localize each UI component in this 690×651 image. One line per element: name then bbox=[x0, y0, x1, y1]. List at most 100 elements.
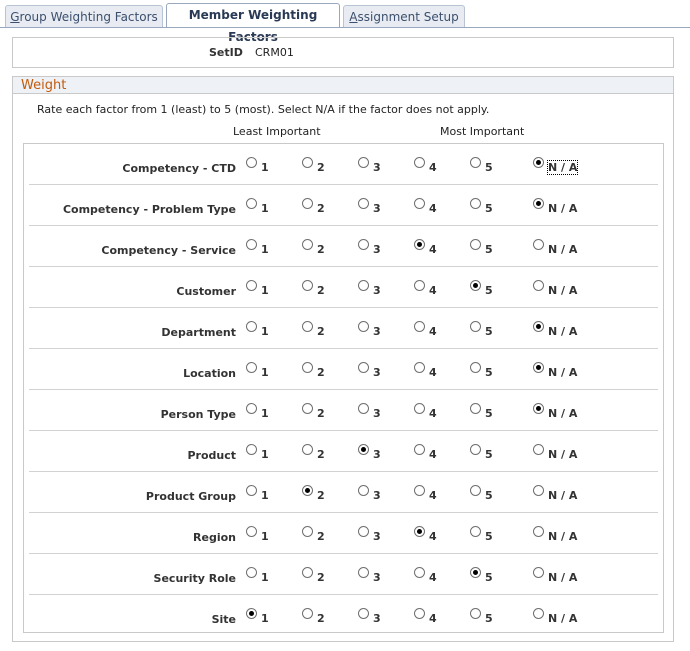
rating-radio[interactable] bbox=[470, 526, 481, 537]
rating-radio[interactable] bbox=[414, 485, 425, 496]
factor-label: Site bbox=[211, 613, 236, 626]
rating-radio[interactable] bbox=[414, 239, 425, 250]
rating-option-label: N / A bbox=[548, 325, 578, 338]
rating-radio[interactable] bbox=[533, 567, 544, 578]
rating-option-label: 4 bbox=[429, 243, 437, 256]
rating-option-label: N / A bbox=[548, 571, 578, 584]
rating-radio[interactable] bbox=[470, 567, 481, 578]
rating-radio[interactable] bbox=[414, 198, 425, 209]
rating-radio[interactable] bbox=[470, 403, 481, 414]
tab-label: ssignment Setup bbox=[357, 10, 459, 24]
rating-option-label: 4 bbox=[429, 571, 437, 584]
rating-radio[interactable] bbox=[302, 239, 313, 250]
rating-radio[interactable] bbox=[358, 608, 369, 619]
rating-radio[interactable] bbox=[358, 567, 369, 578]
rating-radio[interactable] bbox=[358, 444, 369, 455]
rating-radio[interactable] bbox=[358, 485, 369, 496]
rating-option-label: 2 bbox=[317, 325, 325, 338]
rating-radio[interactable] bbox=[533, 608, 544, 619]
rating-radio[interactable] bbox=[246, 321, 257, 332]
rating-radio[interactable] bbox=[470, 157, 481, 168]
rating-radio[interactable] bbox=[470, 239, 481, 250]
rating-option-label: 3 bbox=[373, 366, 381, 379]
rating-option-label: 2 bbox=[317, 448, 325, 461]
rating-radio[interactable] bbox=[358, 198, 369, 209]
rating-radio[interactable] bbox=[470, 321, 481, 332]
rating-radio[interactable] bbox=[533, 280, 544, 291]
rating-radio[interactable] bbox=[533, 239, 544, 250]
rating-radio[interactable] bbox=[358, 157, 369, 168]
rating-radio[interactable] bbox=[358, 280, 369, 291]
rating-radio[interactable] bbox=[358, 362, 369, 373]
rating-option-label: 5 bbox=[485, 612, 493, 625]
rating-radio[interactable] bbox=[470, 444, 481, 455]
rating-radio[interactable] bbox=[414, 280, 425, 291]
rating-radio[interactable] bbox=[533, 321, 544, 332]
rating-radio[interactable] bbox=[533, 362, 544, 373]
rating-radio[interactable] bbox=[470, 198, 481, 209]
rating-radio[interactable] bbox=[533, 157, 544, 168]
rating-option-label: N / A bbox=[546, 160, 579, 175]
rating-radio[interactable] bbox=[246, 526, 257, 537]
rating-radio[interactable] bbox=[246, 198, 257, 209]
rating-radio[interactable] bbox=[414, 362, 425, 373]
rating-radio[interactable] bbox=[533, 526, 544, 537]
rating-option-label: 2 bbox=[317, 202, 325, 215]
tab-label: roup Weighting Factors bbox=[19, 10, 158, 24]
rating-radio[interactable] bbox=[246, 362, 257, 373]
rating-radio[interactable] bbox=[302, 198, 313, 209]
rating-radio[interactable] bbox=[302, 362, 313, 373]
rating-radio[interactable] bbox=[470, 608, 481, 619]
rating-radio[interactable] bbox=[302, 321, 313, 332]
rating-radio[interactable] bbox=[302, 567, 313, 578]
rating-radio[interactable] bbox=[533, 198, 544, 209]
rating-radio[interactable] bbox=[414, 444, 425, 455]
rating-radio[interactable] bbox=[302, 485, 313, 496]
rating-option-label: N / A bbox=[548, 448, 578, 461]
rating-radio[interactable] bbox=[470, 362, 481, 373]
rating-radio[interactable] bbox=[414, 608, 425, 619]
rating-option-label: 5 bbox=[485, 530, 493, 543]
rating-option-label: 2 bbox=[317, 366, 325, 379]
rating-radio[interactable] bbox=[302, 403, 313, 414]
factor-label: Product bbox=[187, 449, 236, 462]
rating-radio[interactable] bbox=[414, 567, 425, 578]
tab-assignment-setup[interactable]: Assignment Setup bbox=[343, 5, 465, 27]
factor-label: Person Type bbox=[160, 408, 236, 421]
rating-radio[interactable] bbox=[358, 239, 369, 250]
rating-radio[interactable] bbox=[302, 157, 313, 168]
rating-radio[interactable] bbox=[246, 280, 257, 291]
factor-row: Customer 1 2 3 4 5 N / A bbox=[24, 267, 663, 308]
rating-radio[interactable] bbox=[533, 485, 544, 496]
rating-option-label: N / A bbox=[548, 407, 578, 420]
factor-label: Department bbox=[161, 326, 236, 339]
rating-option-label: 5 bbox=[485, 366, 493, 379]
tab-group-weighting-factors[interactable]: Group Weighting Factors bbox=[5, 5, 163, 27]
rating-radio[interactable] bbox=[302, 526, 313, 537]
rating-radio[interactable] bbox=[414, 321, 425, 332]
rating-radio[interactable] bbox=[302, 608, 313, 619]
rating-radio[interactable] bbox=[358, 526, 369, 537]
rating-radio[interactable] bbox=[246, 567, 257, 578]
rating-radio[interactable] bbox=[246, 403, 257, 414]
rating-radio[interactable] bbox=[302, 444, 313, 455]
rating-radio[interactable] bbox=[414, 526, 425, 537]
rating-radio[interactable] bbox=[246, 157, 257, 168]
rating-radio[interactable] bbox=[246, 485, 257, 496]
rating-option-label: 2 bbox=[317, 489, 325, 502]
least-important-label: Least Important bbox=[233, 125, 321, 138]
rating-radio[interactable] bbox=[533, 403, 544, 414]
rating-radio[interactable] bbox=[414, 157, 425, 168]
rating-radio[interactable] bbox=[470, 485, 481, 496]
rating-option-label: 3 bbox=[373, 448, 381, 461]
rating-radio[interactable] bbox=[246, 444, 257, 455]
tab-member-weighting-factors[interactable]: Member Weighting Factors bbox=[166, 3, 340, 44]
rating-radio[interactable] bbox=[302, 280, 313, 291]
rating-radio[interactable] bbox=[533, 444, 544, 455]
rating-radio[interactable] bbox=[358, 321, 369, 332]
rating-radio[interactable] bbox=[358, 403, 369, 414]
rating-radio[interactable] bbox=[470, 280, 481, 291]
rating-radio[interactable] bbox=[246, 608, 257, 619]
rating-radio[interactable] bbox=[246, 239, 257, 250]
rating-radio[interactable] bbox=[414, 403, 425, 414]
